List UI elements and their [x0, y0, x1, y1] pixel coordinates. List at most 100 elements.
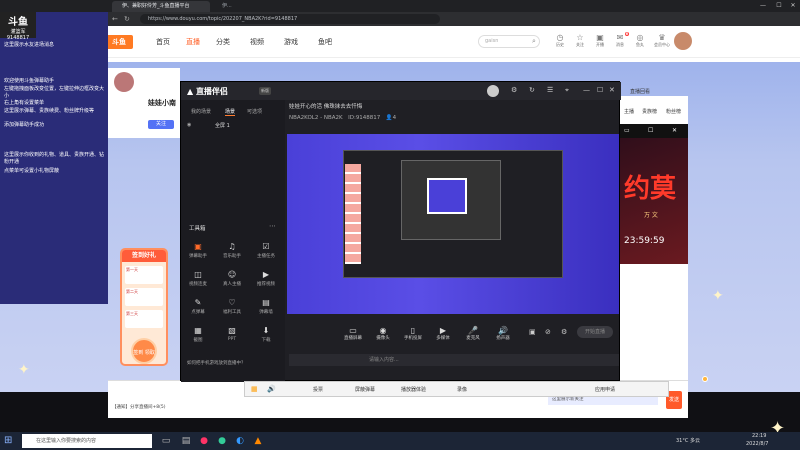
tool-video-link[interactable]: ◫ 视频连麦: [185, 270, 211, 287]
file-explorer-icon[interactable]: ▤: [180, 435, 192, 447]
gift-day[interactable]: 第三天: [125, 310, 163, 328]
star-icon: ✦: [18, 362, 30, 378]
tab-anchor[interactable]: 主播: [624, 108, 634, 115]
player-experience-button[interactable]: 播放器体验: [401, 386, 426, 393]
address-input[interactable]: https://www.douyu.com/topic/202207_NBA2K…: [140, 14, 440, 24]
avatar[interactable]: [487, 85, 499, 97]
mail-icon[interactable]: ✉ 消息 6: [612, 32, 629, 48]
gift-day[interactable]: 第一天: [125, 266, 163, 284]
broadcast-icon[interactable]: ▣ 开播: [592, 33, 608, 48]
tool-wall[interactable]: ▤ 弹幕墙: [253, 298, 279, 315]
record-icon[interactable]: ▣: [529, 328, 536, 336]
tool-welfare[interactable]: ♡ 福利工具: [219, 298, 245, 315]
pin-icon[interactable]: ⌖: [565, 86, 569, 95]
replay-label[interactable]: 直播回看: [630, 88, 650, 95]
nav-game[interactable]: 游戏: [284, 37, 298, 47]
gift-day[interactable]: 第二天: [125, 288, 163, 306]
search-icon[interactable]: ⌕: [532, 37, 536, 46]
nav-fishbar[interactable]: 鱼吧: [318, 37, 332, 47]
start-live-button[interactable]: 开始直播: [577, 326, 613, 338]
minimize-icon[interactable]: —: [756, 0, 770, 12]
tool-ppt[interactable]: ▧ PPT: [219, 326, 245, 342]
tool-chat[interactable]: ✎ 点弹幕: [185, 298, 211, 315]
settings-icon[interactable]: ⚙: [561, 328, 567, 336]
mute-icon[interactable]: ⊘: [545, 328, 551, 336]
preview-canvas[interactable]: [287, 134, 619, 314]
clock-time[interactable]: 22:19: [752, 433, 766, 439]
tool-screenshot[interactable]: ▦ 截图: [185, 326, 211, 343]
eye-icon[interactable]: ◉: [187, 122, 191, 128]
close-icon[interactable]: ✕: [786, 0, 800, 12]
screen-capture-button[interactable]: ▭ 直播屏幕: [339, 326, 367, 341]
tool-danmu[interactable]: ▣ 弹幕助手: [185, 242, 211, 259]
clock-date[interactable]: 2022/8/7: [746, 441, 768, 447]
windows-start-icon[interactable]: ⊞: [4, 435, 16, 447]
close-icon[interactable]: ✕: [609, 86, 615, 94]
avatar[interactable]: [114, 72, 134, 92]
minimize-icon[interactable]: —: [583, 86, 590, 94]
menu-icon[interactable]: ☰: [547, 86, 553, 94]
help-hint[interactable]: 如何把手机游戏放到直播中？: [187, 360, 246, 366]
taskbar-search[interactable]: 在这里输入你要搜索的内容: [22, 434, 152, 448]
refresh-icon[interactable]: ↻: [124, 15, 130, 23]
tool-music[interactable]: ♫ 音乐助手: [219, 242, 245, 259]
site-logo[interactable]: 斗鱼: [105, 35, 133, 49]
app-icon[interactable]: ●: [198, 435, 210, 447]
member-icon[interactable]: ♛ 会员中心: [650, 33, 674, 48]
shop-icon[interactable]: ◎ 鱼丸: [632, 33, 648, 48]
phone-cast-button[interactable]: ▯ 手机投屏: [399, 326, 427, 341]
tool-real-anchor[interactable]: ☺ 真人主播: [219, 270, 245, 287]
app-icon[interactable]: ●: [216, 435, 228, 447]
tool-recommend[interactable]: ▶ 推荐视频: [253, 270, 279, 287]
edge-icon[interactable]: ◐: [234, 435, 246, 447]
tab-options[interactable]: 可选项: [247, 108, 262, 115]
window-min-icon[interactable]: ▭: [624, 127, 630, 134]
tool-download[interactable]: ⬇ 下载: [253, 326, 279, 343]
nav-live[interactable]: 直播: [186, 37, 200, 47]
signin-button[interactable]: 签到 领取: [131, 338, 157, 364]
nav-home[interactable]: 首页: [156, 37, 170, 47]
record-button[interactable]: 录像: [457, 386, 467, 393]
follow-icon[interactable]: ☆ 关注: [572, 33, 588, 48]
block-danmu-button[interactable]: 屏蔽弹幕: [355, 386, 375, 393]
vote-button[interactable]: 投票: [313, 386, 323, 393]
apply-button[interactable]: 应用申请: [595, 386, 615, 393]
live-companion-window[interactable]: ▲ 直播伴侣 新版 ⚙ ↻ ☰ ⌖ — ☐ ✕ 我的场景 场景 可选项 ◉ 全屏…: [180, 81, 621, 382]
overlay-line: 点菜单可设置小礼物屏蔽: [4, 168, 60, 174]
tab-fans[interactable]: 粉丝榜: [666, 108, 681, 115]
settings-icon[interactable]: ⚙: [511, 86, 517, 94]
tool-task[interactable]: ☑ 主播任务: [253, 242, 279, 259]
volume-icon[interactable]: 🔊: [267, 385, 276, 393]
chat-input[interactable]: 请输入内容...: [289, 354, 619, 366]
event-banner[interactable]: ▭ ☐ ✕ 约莫 万 文 23:59:59: [620, 124, 688, 264]
grid-icon[interactable]: ▦: [251, 385, 258, 393]
follow-button[interactable]: 关注: [148, 120, 174, 129]
maximize-icon[interactable]: ☐: [772, 0, 786, 12]
task-view-icon[interactable]: ▭: [160, 435, 172, 447]
refresh-icon[interactable]: ↻: [529, 86, 535, 94]
camera-button[interactable]: ◉ 摄像头: [369, 326, 397, 341]
scene-item[interactable]: 全屏 1: [215, 122, 230, 129]
tab-noble[interactable]: 贵族榜: [642, 108, 657, 115]
search-input[interactable]: gaisn: [478, 35, 540, 48]
weather[interactable]: 31°C 多云: [676, 437, 700, 444]
app-icon[interactable]: ▲: [252, 435, 264, 447]
close-icon[interactable]: ✕: [672, 127, 677, 134]
browser-tab[interactable]: 伊、兼职好伶芳_斗鱼直播平台: [112, 1, 210, 12]
back-icon[interactable]: ←: [112, 15, 118, 23]
more-icon[interactable]: ⋯: [269, 222, 276, 230]
media-button[interactable]: ▶ 多媒体: [429, 326, 457, 341]
tab-scenes[interactable]: 场景: [225, 108, 236, 116]
nav-category[interactable]: 分类: [216, 37, 230, 47]
window-max-icon[interactable]: ☐: [648, 127, 653, 134]
danmu-overlay-panel[interactable]: 斗鱼 灌篮军 9148817 这里展示水友进场消息 欢迎使用斗鱼弹幕助手 左键拖…: [0, 12, 108, 304]
mic-button[interactable]: 🎤 麦克风: [459, 326, 487, 341]
browser-tab[interactable]: 伊...: [212, 1, 252, 12]
speaker-button[interactable]: 🔊 扬声器: [489, 326, 517, 341]
maximize-icon[interactable]: ☐: [597, 86, 603, 94]
signin-gift-box[interactable]: 签到好礼 第一天 第二天 第三天 签到 领取: [120, 248, 168, 366]
avatar[interactable]: [674, 32, 692, 50]
history-icon[interactable]: ◷ 历史: [552, 33, 568, 48]
nav-video[interactable]: 视频: [250, 37, 264, 47]
tab-my-scenes[interactable]: 我的场景: [191, 108, 211, 115]
